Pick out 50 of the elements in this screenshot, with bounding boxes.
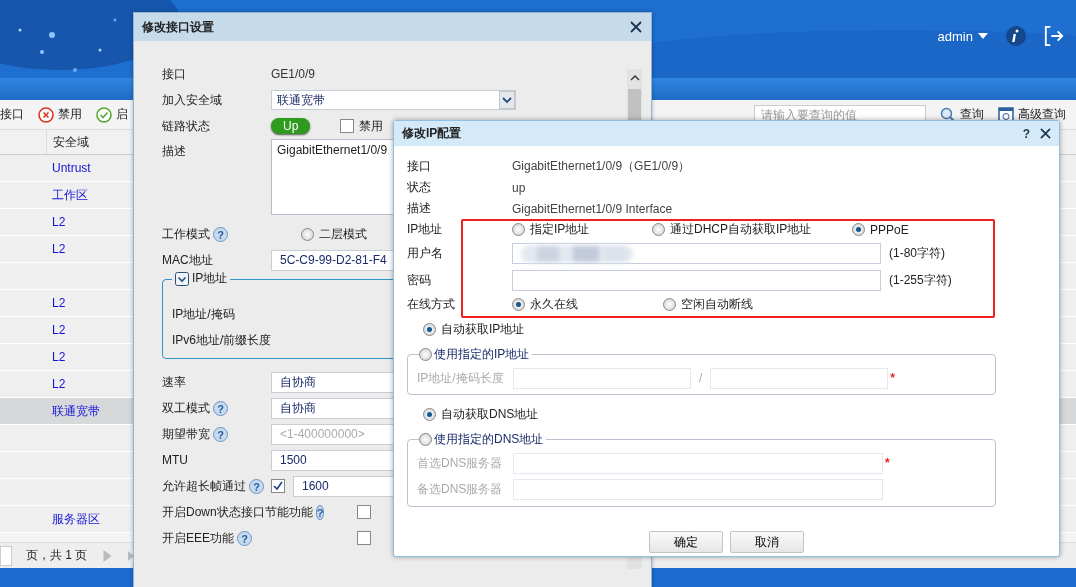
field-label: IP地址/掩码长度 [417, 369, 505, 387]
status-pill: Up [271, 118, 311, 134]
field-label: MAC地址 [162, 251, 213, 269]
field-label: 开启Down状态接口节能功能 [162, 503, 313, 521]
field-label: IPv6地址/前缀长度 [172, 332, 272, 349]
group-legend: IP地址 [192, 270, 228, 287]
required-mark: * [890, 371, 895, 385]
field-label: 接口 [162, 65, 186, 83]
field-value: GigabitEthernet1/0/9 Interface [512, 201, 673, 216]
field-label: 接口 [407, 158, 432, 175]
field-label: 速率 [162, 373, 186, 391]
field-label: 描述 [162, 143, 186, 160]
dialog-title: 修改IP配置 [402, 125, 462, 142]
radio-label: 二层模式 [319, 225, 367, 243]
field-label: 双工模式 [162, 399, 210, 417]
radio-label: 自动获取IP地址 [441, 320, 525, 338]
radio-label: 指定IP地址 [530, 221, 590, 238]
field-label: 期望带宽 [162, 425, 210, 443]
field-label: 在线方式 [407, 296, 456, 313]
radio-label: 自动获取DNS地址 [441, 405, 539, 423]
group-legend: 使用指定的IP地址 [434, 346, 530, 363]
field-label: 密码 [407, 272, 432, 289]
field-label: 允许超长帧通过 [162, 477, 246, 495]
field-label: 备选DNS服务器 [417, 480, 504, 498]
field-label: 工作模式 [162, 225, 210, 243]
field-value: GigabitEthernet1/0/9（GE1/0/9） [512, 158, 691, 175]
field-label: 首选DNS服务器 [417, 454, 504, 472]
length-hint: (1-255字符) [889, 272, 952, 289]
field-label: IP地址 [407, 221, 444, 238]
page-count: 页，共 1 页 [26, 547, 88, 564]
radio-label: PPPoE [870, 222, 909, 237]
field-value: GE1/0/9 [271, 67, 316, 81]
radio-label: 空闲自动断线 [681, 296, 753, 313]
field-label: 链路状态 [162, 117, 210, 135]
field-label: 描述 [407, 200, 432, 217]
field-value: up [512, 180, 526, 195]
field-label: 状态 [407, 179, 432, 196]
field-label: IP地址/掩码 [172, 306, 235, 323]
checkbox-label: 禁用 [359, 117, 384, 135]
field-label: 加入安全域 [162, 91, 222, 109]
length-hint: (1-80字符) [889, 245, 945, 262]
dialog-title: 修改接口设置 [142, 18, 214, 36]
field-label: MTU [162, 453, 188, 467]
separator-slash: / [699, 371, 703, 385]
required-mark: * [885, 456, 890, 470]
radio-label: 永久在线 [530, 296, 578, 313]
field-label: 开启EEE功能 [162, 529, 234, 547]
radio-label: 通过DHCP自动获取IP地址 [670, 221, 812, 238]
field-label: 用户名 [407, 245, 444, 262]
group-legend: 使用指定的DNS地址 [434, 431, 544, 448]
